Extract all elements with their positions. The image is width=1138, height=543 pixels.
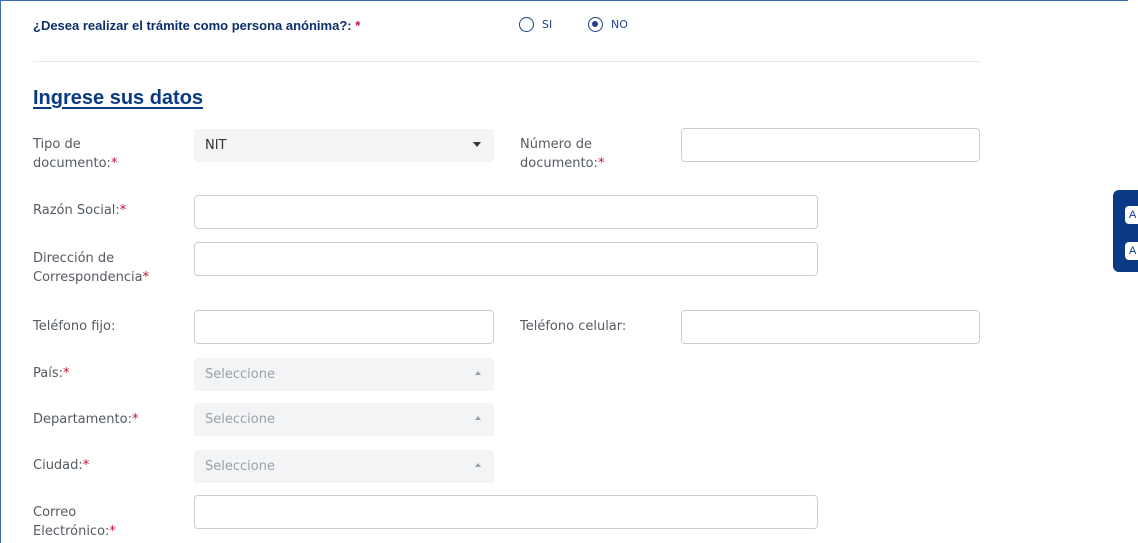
font-size-decrease-button[interactable]: A [1125, 242, 1138, 260]
departamento-select[interactable]: Seleccione [194, 403, 494, 436]
razon-social-label: Razón Social:* [33, 203, 127, 218]
chevron-up-icon [475, 371, 481, 375]
numero-documento-label: Número de documento:* [520, 137, 605, 171]
chevron-down-icon [473, 142, 481, 147]
tipo-documento-label: Tipo de documento:* [33, 137, 118, 171]
direccion-label: Dirección de Correspondencia* [33, 251, 150, 285]
radio-no-circle[interactable] [588, 17, 603, 32]
departamento-placeholder: Seleccione [205, 412, 275, 427]
section-title: Ingrese sus datos [33, 87, 204, 109]
telefono-celular-label: Teléfono celular: [520, 319, 627, 334]
ciudad-label: Ciudad:* [33, 458, 90, 473]
tipo-documento-value: NIT [205, 138, 227, 153]
radio-si[interactable]: SI [519, 17, 552, 32]
razon-social-input[interactable] [194, 195, 818, 229]
tipo-documento-select[interactable]: NIT [194, 129, 494, 162]
direccion-input[interactable] [194, 242, 818, 276]
correo-label: Correo Electrónico:* [33, 505, 116, 539]
chevron-up-icon [475, 463, 481, 467]
anonymous-question: ¿Desea realizar el trámite como persona … [33, 18, 361, 33]
radio-no[interactable]: NO [588, 17, 628, 32]
pais-placeholder: Seleccione [205, 367, 275, 382]
accessibility-widget: A A [1113, 190, 1138, 272]
numero-documento-input[interactable] [681, 128, 980, 162]
correo-input[interactable] [194, 495, 818, 529]
ciudad-select[interactable]: Seleccione [194, 450, 494, 483]
divider [33, 61, 980, 62]
ciudad-placeholder: Seleccione [205, 459, 275, 474]
font-size-increase-button[interactable]: A [1125, 206, 1138, 224]
radio-si-label: SI [542, 18, 553, 31]
radio-no-label: NO [611, 18, 628, 31]
radio-si-circle[interactable] [519, 17, 534, 32]
telefono-celular-input[interactable] [681, 310, 980, 344]
telefono-fijo-input[interactable] [194, 310, 494, 344]
pais-select[interactable]: Seleccione [194, 358, 494, 391]
pais-label: País:* [33, 366, 70, 381]
chevron-up-icon [475, 416, 481, 420]
telefono-fijo-label: Teléfono fijo: [33, 319, 116, 334]
departamento-label: Departamento:* [33, 412, 139, 427]
